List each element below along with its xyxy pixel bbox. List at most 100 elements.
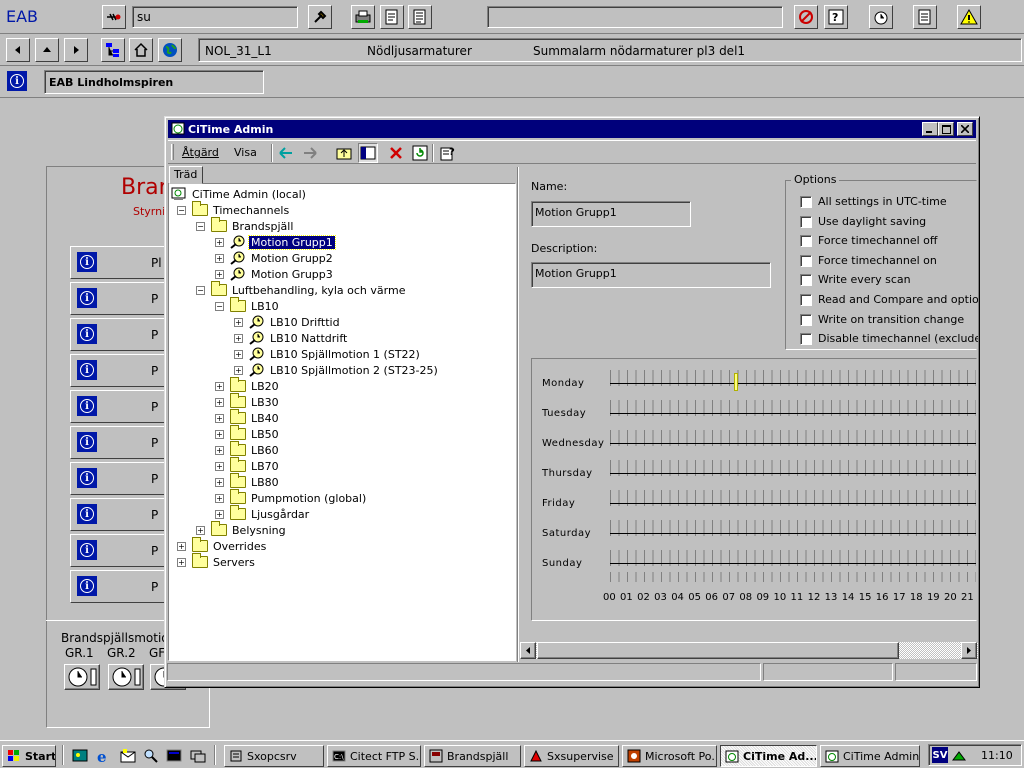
expand-icon[interactable]: + bbox=[215, 381, 224, 391]
expand-icon[interactable]: + bbox=[215, 461, 224, 471]
start-button[interactable]: Start bbox=[2, 745, 56, 767]
delete-icon[interactable] bbox=[388, 145, 404, 161]
option-checkbox[interactable] bbox=[800, 196, 812, 208]
expand-icon[interactable]: + bbox=[234, 365, 243, 375]
taskbar-task[interactable]: CiTime Admin bbox=[820, 745, 920, 767]
scroll-thumb[interactable] bbox=[537, 642, 899, 659]
tree-node[interactable]: + LB30 bbox=[215, 393, 281, 410]
alarm-warning-button[interactable] bbox=[957, 5, 981, 29]
option-checkbox[interactable] bbox=[800, 254, 812, 267]
pane-splitter[interactable] bbox=[517, 167, 519, 662]
scroll-right-button[interactable] bbox=[961, 642, 977, 659]
expand-icon[interactable]: + bbox=[215, 253, 224, 263]
option-checkbox[interactable] bbox=[800, 313, 812, 326]
collapse-icon[interactable]: − bbox=[196, 285, 205, 295]
tree-node[interactable]: − Luftbehandling, kyla och värme bbox=[196, 281, 407, 298]
home-button[interactable] bbox=[129, 38, 153, 62]
tree-node[interactable]: + LB80 bbox=[215, 473, 281, 490]
option-checkbox[interactable] bbox=[800, 274, 812, 287]
show-desktop-icon[interactable] bbox=[72, 748, 88, 764]
taskbar-task[interactable]: Brandspjäll bbox=[424, 745, 521, 767]
tab-trad[interactable]: Träd bbox=[169, 166, 203, 184]
edit-notes-button[interactable] bbox=[380, 5, 404, 29]
close-button[interactable] bbox=[957, 122, 973, 136]
expand-icon[interactable]: + bbox=[177, 541, 186, 551]
taskbar-task[interactable]: C:\ Citect FTP S... bbox=[327, 745, 421, 767]
schedule-marker[interactable] bbox=[734, 373, 739, 391]
search-input[interactable] bbox=[132, 6, 298, 28]
tree-node[interactable]: + LB10 Drifttid bbox=[234, 314, 342, 330]
description-field[interactable]: Motion Grupp1 bbox=[531, 262, 771, 288]
show-tree-toggle[interactable] bbox=[358, 143, 378, 163]
tree-node[interactable]: + Pumpmotion (global) bbox=[215, 489, 368, 506]
window-titlebar[interactable]: CiTime Admin bbox=[168, 120, 976, 138]
site-info-button[interactable]: i bbox=[7, 71, 27, 91]
network-tray-icon[interactable] bbox=[951, 748, 967, 764]
print-button[interactable] bbox=[351, 5, 375, 29]
forward-arrow-icon[interactable] bbox=[302, 146, 318, 160]
taskbar-task[interactable]: Sxopcsrv bbox=[224, 745, 324, 767]
user-key-button[interactable] bbox=[102, 5, 126, 29]
tree-node[interactable]: + LB20 bbox=[215, 377, 281, 394]
expand-icon[interactable]: + bbox=[215, 269, 224, 279]
expand-icon[interactable]: + bbox=[215, 509, 224, 519]
expand-icon[interactable]: + bbox=[234, 333, 243, 343]
tree-node[interactable]: CiTime Admin (local) bbox=[171, 186, 308, 202]
tree-node[interactable]: − Brandspjäll bbox=[196, 217, 295, 234]
expand-icon[interactable]: + bbox=[196, 525, 205, 535]
help-button[interactable]: ? bbox=[824, 5, 848, 29]
notes-button[interactable] bbox=[408, 5, 432, 29]
up-folder-icon[interactable] bbox=[336, 145, 352, 161]
nav-forward-button[interactable] bbox=[64, 38, 88, 62]
alarm-clock-button[interactable] bbox=[869, 5, 893, 29]
tree-node[interactable]: + Ljusgårdar bbox=[215, 505, 311, 522]
scroll-left-button[interactable] bbox=[520, 642, 536, 659]
refresh-icon[interactable] bbox=[412, 145, 428, 161]
internet-explorer-icon[interactable]: e bbox=[96, 748, 112, 764]
log-button[interactable] bbox=[913, 5, 937, 29]
terminal-icon[interactable] bbox=[166, 748, 182, 764]
tree-node[interactable]: + LB10 Spjällmotion 2 (ST23-25) bbox=[234, 362, 440, 378]
group-1-schedule-button[interactable] bbox=[64, 664, 100, 690]
tree-node[interactable]: + Servers bbox=[177, 553, 257, 570]
tree-node[interactable]: + LB40 bbox=[215, 409, 281, 426]
expand-icon[interactable]: + bbox=[215, 493, 224, 503]
minimize-button[interactable] bbox=[922, 122, 938, 136]
maximize-button[interactable] bbox=[938, 122, 954, 136]
language-indicator[interactable]: SV bbox=[932, 747, 948, 763]
tree-view-button[interactable] bbox=[101, 38, 125, 62]
tree-node[interactable]: + LB60 bbox=[215, 441, 281, 458]
disable-alarm-button[interactable] bbox=[794, 5, 818, 29]
expand-icon[interactable]: + bbox=[215, 397, 224, 407]
collapse-icon[interactable]: − bbox=[215, 301, 224, 311]
option-checkbox[interactable] bbox=[800, 294, 812, 306]
expand-icon[interactable]: + bbox=[215, 445, 224, 455]
expand-icon[interactable]: + bbox=[215, 429, 224, 439]
tree-node[interactable]: + Motion Grupp1 bbox=[215, 234, 336, 250]
tree-node[interactable]: + LB10 Spjällmotion 1 (ST22) bbox=[234, 346, 422, 362]
globe-button[interactable] bbox=[158, 38, 182, 62]
expand-icon[interactable]: + bbox=[234, 349, 243, 359]
horizontal-scrollbar[interactable] bbox=[520, 642, 978, 659]
collapse-icon[interactable]: − bbox=[177, 205, 186, 215]
tree-node[interactable]: − LB10 bbox=[215, 297, 281, 314]
tree-node[interactable]: + LB70 bbox=[215, 457, 281, 474]
expand-icon[interactable]: + bbox=[215, 413, 224, 423]
tree-node[interactable]: + LB50 bbox=[215, 425, 281, 442]
taskbar-task[interactable]: CiTime Ad... bbox=[720, 745, 817, 767]
network-icon[interactable] bbox=[190, 748, 206, 764]
tree-node[interactable]: − Timechannels bbox=[177, 201, 291, 218]
taskbar-task[interactable]: Microsoft Po... bbox=[622, 745, 717, 767]
tree-node[interactable]: + Motion Grupp2 bbox=[215, 250, 335, 266]
nav-up-button[interactable] bbox=[35, 38, 59, 62]
tree-node[interactable]: + Belysning bbox=[196, 521, 288, 538]
group-2-schedule-button[interactable] bbox=[108, 664, 144, 690]
find-icon[interactable] bbox=[143, 748, 159, 764]
option-checkbox[interactable] bbox=[800, 215, 812, 228]
tree-node[interactable]: + LB10 Nattdrift bbox=[234, 330, 349, 346]
collapse-icon[interactable]: − bbox=[196, 221, 205, 231]
menu-atgard[interactable]: Åtgärd bbox=[182, 146, 219, 159]
option-checkbox[interactable] bbox=[800, 333, 812, 346]
expand-icon[interactable]: + bbox=[234, 317, 243, 327]
option-checkbox[interactable] bbox=[800, 235, 812, 248]
